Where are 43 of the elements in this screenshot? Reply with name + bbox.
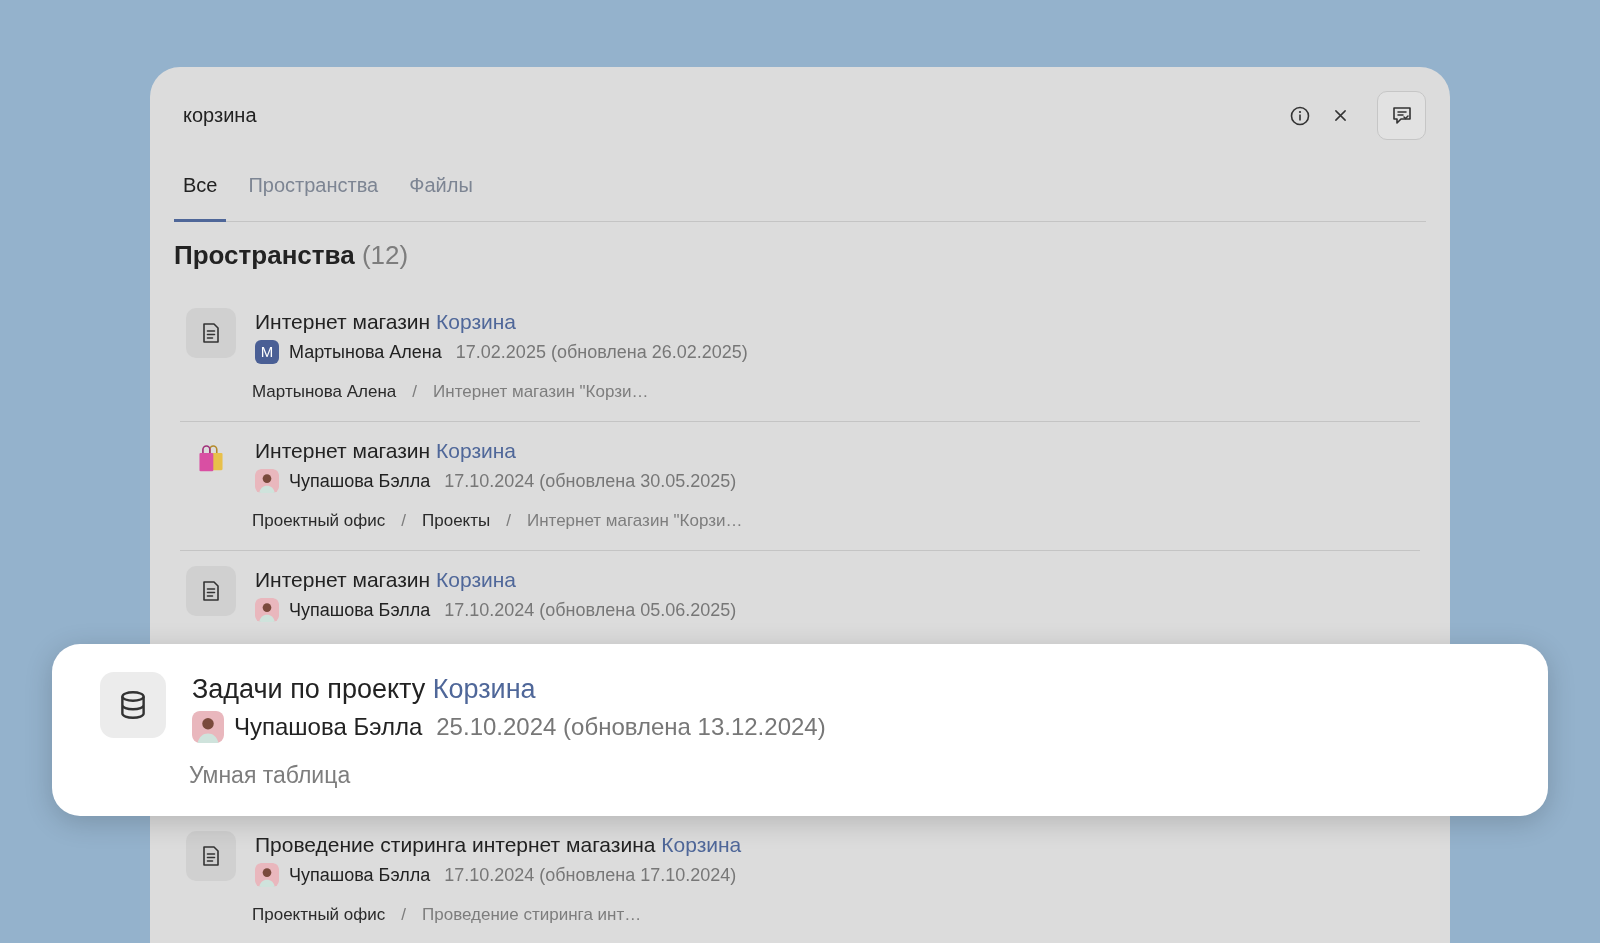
result-title[interactable]: Задачи по проекту Корзина [192, 672, 536, 706]
document-icon [186, 566, 236, 616]
result-title[interactable]: Интернет магазин Корзина [255, 437, 517, 465]
avatar: М [255, 340, 279, 364]
breadcrumb-separator: / [412, 381, 418, 403]
search-field[interactable]: корзина [174, 104, 1290, 127]
breadcrumb-separator: / [401, 510, 406, 532]
tab[interactable]: Все [174, 172, 227, 222]
chat-button[interactable] [1377, 91, 1426, 140]
breadcrumb-link[interactable]: Проектный офис [252, 904, 386, 926]
database-icon [100, 672, 166, 738]
result-row[interactable]: Интернет магазин Корзина Чупашова Бэлла 17.10.2024 (обновлена 05.06.2025) [180, 550, 1420, 640]
breadcrumb-link[interactable]: Проекты [422, 510, 491, 532]
breadcrumb-link[interactable]: Мартынова Алена [252, 381, 397, 403]
date-text: 17.10.2024 (обновлена 30.05.2025) [444, 470, 737, 493]
document-icon [186, 308, 236, 358]
author-name: Мартынова Алена [289, 341, 442, 364]
document-icon [186, 831, 236, 881]
breadcrumb-link[interactable]: Проектный офис [252, 510, 386, 532]
result-row[interactable]: Проведение стиринга интернет магазина Корзина Чупашова Бэлла 17.10.2024 (обновлена 17.10.2024) Проектный офис / Проведение стиринга инт… [180, 816, 1420, 943]
breadcrumb-current: Интернет магазин "Корзи… [433, 381, 649, 403]
author-name: Чупашова Бэлла [289, 864, 431, 887]
result-row[interactable]: Интернет магазин Корзина М Мартынова Алена 17.02.2025 (обновлена 26.02.2025) Мартынова Алена / Интернет магазин "Корзи… [180, 293, 1420, 421]
date-text: 17.10.2024 (обновлена 05.06.2025) [444, 599, 737, 622]
breadcrumb-current: Умная таблица [189, 764, 351, 786]
breadcrumb-separator: / [506, 510, 511, 532]
date-text: 25.10.2024 (обновлена 13.12.2024) [436, 712, 826, 742]
highlighted-result-card[interactable]: Задачи по проекту Корзина Чупашова Бэлла 25.10.2024 (обновлена 13.12.2024) Умная таблица [52, 644, 1548, 816]
result-title[interactable]: Интернет магазин Корзина [255, 566, 517, 594]
date-text: 17.10.2024 (обновлена 17.10.2024) [444, 864, 737, 887]
author-name: Чупашова Бэлла [234, 712, 423, 742]
breadcrumb-current: Проведение стиринга инт… [422, 904, 642, 926]
section-heading: Пространства (12) [174, 240, 409, 271]
close-icon[interactable] [1334, 109, 1347, 122]
author-name: Чупашова Бэлла [289, 599, 431, 622]
breadcrumb-separator: / [401, 904, 406, 926]
date-text: 17.02.2025 (обновлена 26.02.2025) [455, 341, 748, 364]
result-title[interactable]: Интернет магазин Корзина [255, 308, 517, 336]
author-name: Чупашова Бэлла [289, 470, 431, 493]
breadcrumb-current: Интернет магазин "Корзи… [526, 510, 743, 532]
result-row[interactable]: Интернет магазин Корзина Чупашова Бэлла 17.10.2024 (обновлена 30.05.2025) Проектный офис / Проекты / Интернет магазин "Корзи… [180, 421, 1420, 550]
info-icon[interactable] [1290, 105, 1310, 126]
result-title[interactable]: Проведение стиринга интернет магазина Корзина [255, 831, 742, 859]
